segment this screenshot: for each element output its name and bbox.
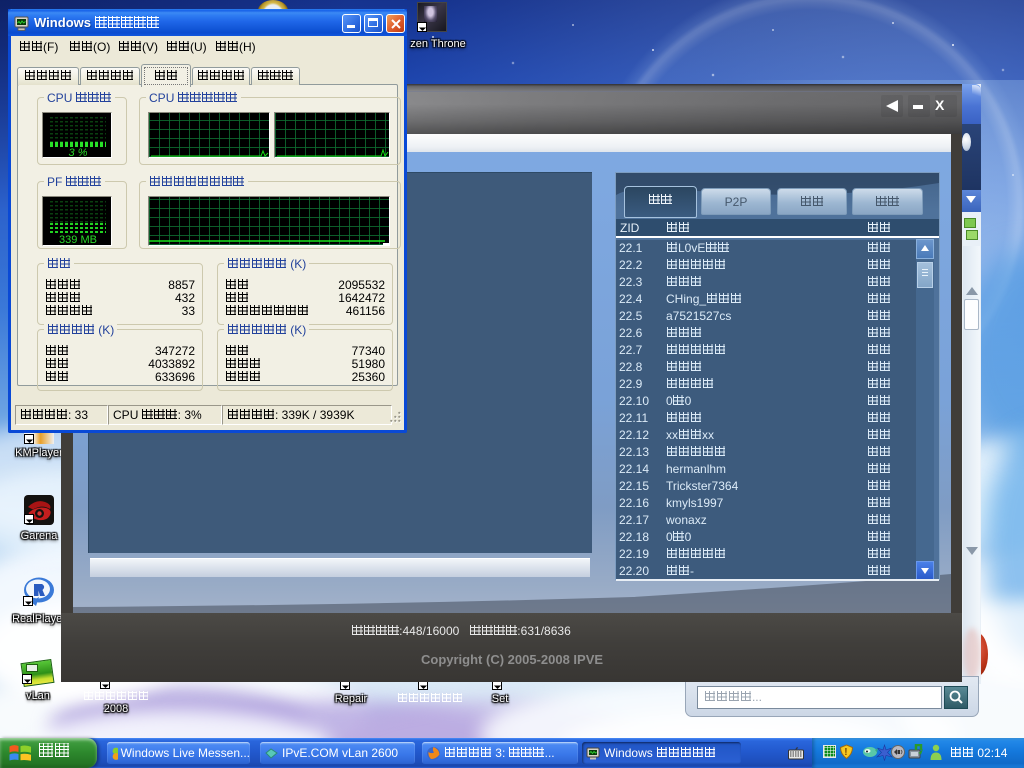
- svg-text:!: !: [844, 747, 847, 758]
